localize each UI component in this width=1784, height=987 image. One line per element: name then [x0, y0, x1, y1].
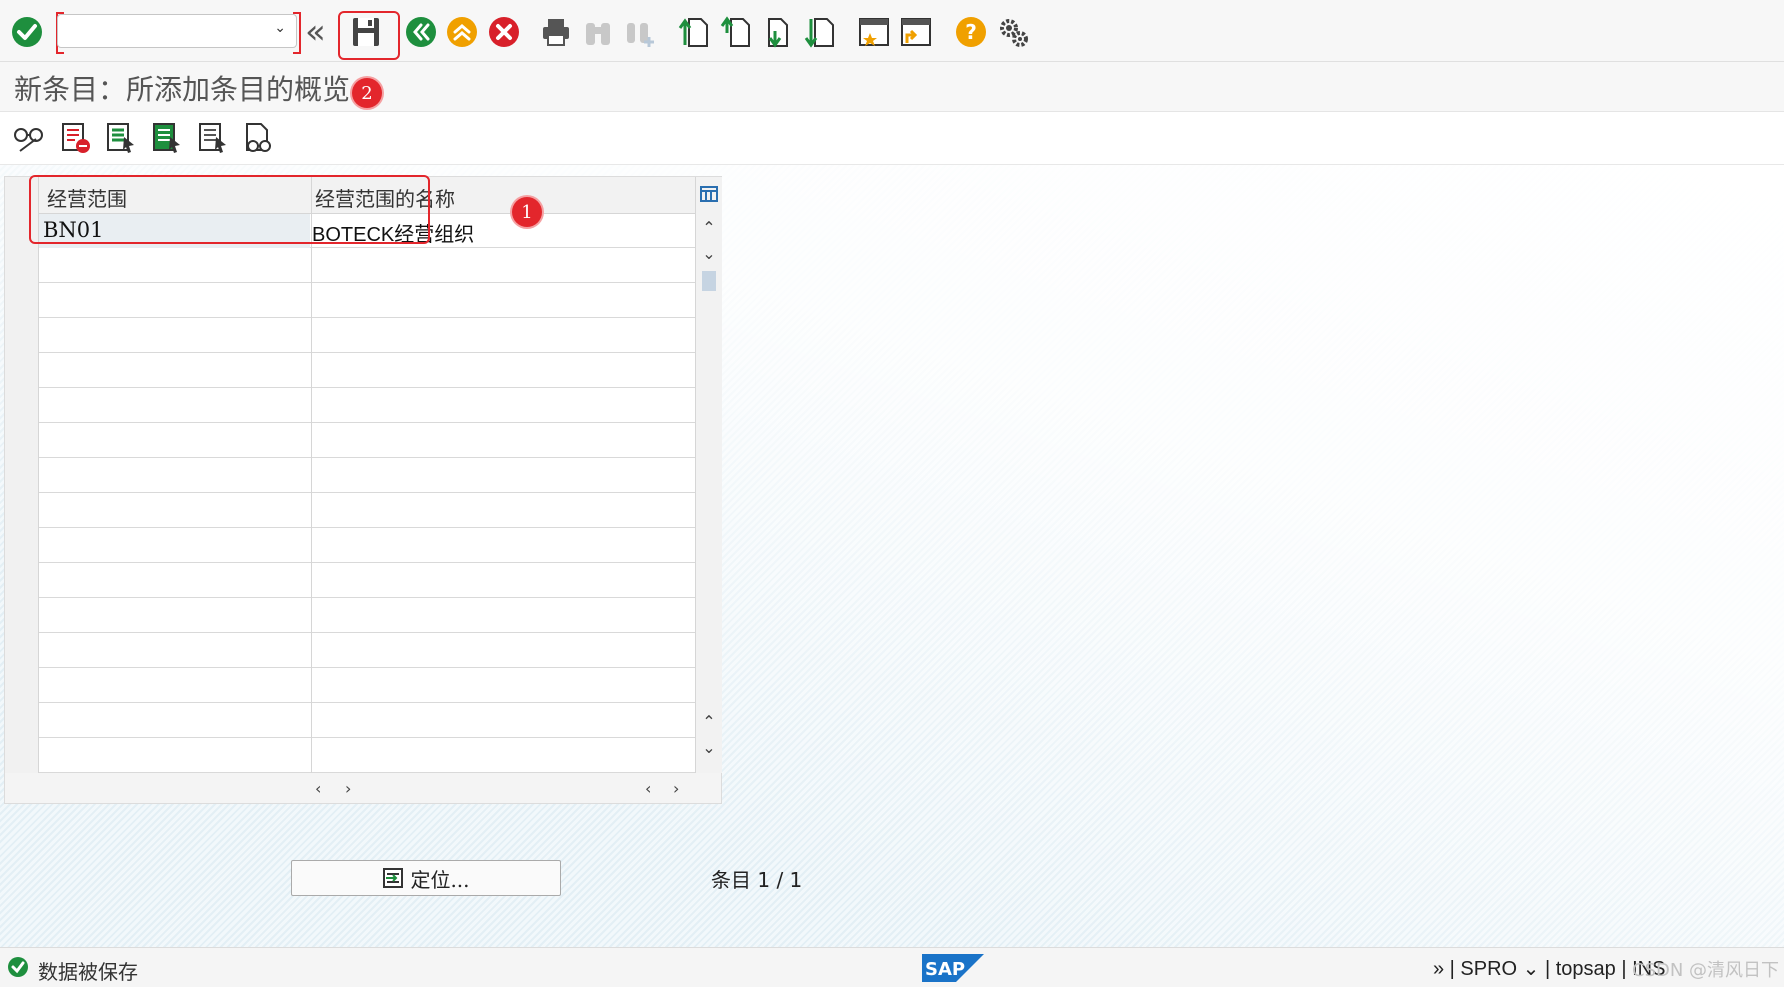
window-star-icon	[859, 18, 889, 46]
watermark: CSDN @清风日下	[1632, 960, 1780, 981]
column-divider[interactable]	[311, 177, 312, 773]
next-page-button[interactable]	[760, 14, 796, 50]
last-page-button[interactable]	[802, 14, 838, 50]
save-button[interactable]	[348, 14, 384, 50]
scroll-left-icon[interactable]: ‹	[315, 779, 321, 798]
deselect-all-icon	[199, 123, 226, 153]
entry-label: 条目	[711, 868, 751, 892]
locate-button[interactable]: 定位...	[291, 860, 561, 896]
collapse-chevron-icon[interactable]: «	[305, 12, 326, 52]
scroll-right-icon[interactable]: ›	[345, 779, 351, 798]
previous-page-button[interactable]	[718, 14, 754, 50]
highlight-bracket-right	[293, 12, 301, 54]
cancel-button[interactable]	[486, 14, 522, 50]
window-shortcut-icon	[901, 18, 931, 46]
system-toolbar: ⌄ « 2 ?	[0, 0, 1784, 108]
display-change-button[interactable]	[12, 121, 46, 155]
select-all-button[interactable]	[104, 121, 138, 155]
find-next-button[interactable]	[622, 14, 658, 50]
settings-button[interactable]	[995, 14, 1031, 50]
document-glasses-icon	[246, 123, 271, 152]
status-bar: 数据被保存 SAP » | SPRO ⌄ | topsap | INS CSDN…	[0, 947, 1784, 987]
find-button[interactable]	[580, 14, 616, 50]
back-icon	[406, 17, 436, 47]
delete-entry-button[interactable]	[58, 121, 92, 155]
first-page-button[interactable]	[676, 14, 712, 50]
row-highlight	[29, 175, 430, 244]
previous-page-icon	[720, 16, 750, 47]
annotation-badge-2: 2	[352, 78, 382, 108]
locate-label: 定位...	[410, 867, 470, 892]
print-button[interactable]	[538, 14, 574, 50]
system-info[interactable]: » | SPRO ⌄ | topsap | INS	[1433, 956, 1665, 981]
table-settings-icon[interactable]	[700, 185, 718, 203]
vertical-scrollbar[interactable]: ⌃ ⌄ ⌃ ⌄	[695, 177, 722, 773]
help-icon: ?	[956, 17, 986, 47]
favorites-button[interactable]	[856, 14, 892, 50]
status-message[interactable]: 数据被保存	[38, 956, 138, 985]
next-page-icon	[768, 18, 788, 48]
binoculars-plus-icon	[627, 23, 654, 47]
chevron-down-icon[interactable]: ⌄	[274, 20, 286, 36]
document-delete-icon	[62, 123, 90, 153]
binoculars-icon	[586, 23, 610, 45]
cancel-icon	[489, 17, 519, 47]
title-bar: 新条目：所添加条目的概览	[0, 62, 1784, 112]
table-control: 经营范围 经营范围的名称 BN01 BOTECK经营组织 1 ⌃ ⌄ ⌃ ⌄ ‹…	[4, 175, 722, 804]
printer-icon	[543, 19, 569, 46]
create-shortcut-button[interactable]	[898, 14, 934, 50]
floppy-disk-icon	[353, 18, 379, 46]
enter-check-icon[interactable]	[9, 14, 45, 50]
select-all-icon	[107, 123, 134, 153]
glasses-pencil-icon	[14, 128, 43, 152]
scroll-right-end-icon[interactable]: ›	[673, 779, 679, 798]
scroll-down-icon[interactable]: ⌄	[700, 245, 718, 263]
scroll-up-icon[interactable]: ⌃	[700, 219, 718, 237]
horizontal-scrollbar[interactable]: ‹ › ‹ ›	[5, 773, 721, 803]
back-button[interactable]	[403, 14, 439, 50]
select-block-button[interactable]	[150, 121, 184, 155]
page-title: 新条目：所添加条目的概览	[14, 73, 351, 106]
svg-text:SAP: SAP	[925, 959, 965, 980]
main-area: 经营范围 经营范围的名称 BN01 BOTECK经营组织 1 ⌃ ⌄ ⌃ ⌄ ‹…	[0, 165, 1784, 947]
help-button[interactable]: ?	[953, 14, 989, 50]
print-view-button[interactable]	[242, 121, 276, 155]
exit-button[interactable]	[444, 14, 480, 50]
deselect-all-button[interactable]	[196, 121, 230, 155]
locate-icon	[383, 868, 404, 888]
table-grid	[39, 213, 695, 773]
last-page-icon	[804, 18, 834, 48]
entry-count-value: 1 / 1	[757, 868, 803, 892]
command-input[interactable]	[64, 15, 268, 47]
scroll-page-up-icon[interactable]: ⌃	[700, 713, 718, 731]
sap-logo: SAP	[922, 954, 984, 982]
scroll-thumb[interactable]	[702, 271, 716, 291]
svg-text:?: ?	[965, 20, 977, 44]
first-page-icon	[678, 18, 708, 47]
entry-counter: 条目 1 / 1	[711, 864, 802, 893]
success-check-icon	[8, 957, 28, 977]
exit-up-icon	[447, 17, 477, 47]
annotation-badge-1: 1	[512, 197, 542, 227]
scroll-left-end-icon[interactable]: ‹	[645, 779, 651, 798]
select-block-icon	[153, 123, 180, 153]
command-field[interactable]: ⌄	[57, 14, 297, 48]
application-toolbar	[0, 112, 1784, 165]
scroll-page-down-icon[interactable]: ⌄	[700, 739, 718, 757]
gear-icon	[1000, 19, 1028, 47]
row-selector-column[interactable]	[5, 177, 39, 773]
